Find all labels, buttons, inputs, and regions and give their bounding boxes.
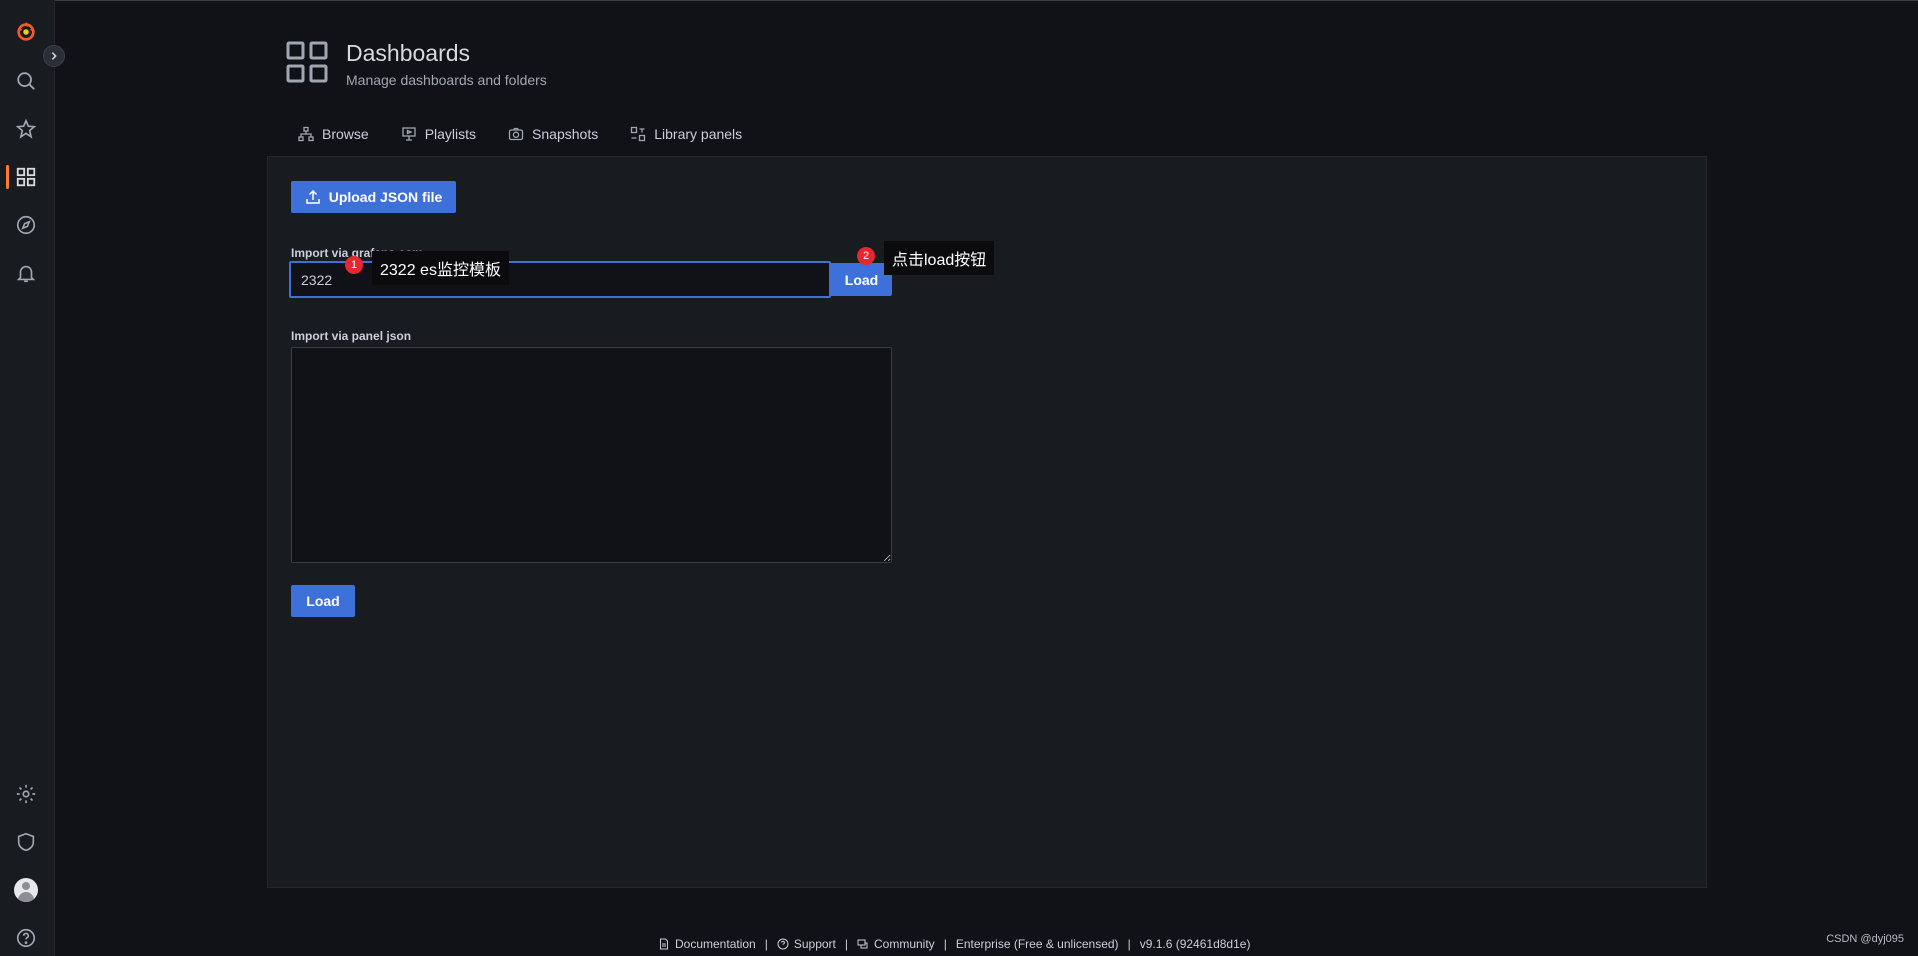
upload-json-button[interactable]: Upload JSON file <box>291 181 456 213</box>
footer-version: v9.1.6 (92461d8d1e) <box>1139 937 1251 951</box>
tab-label: Browse <box>322 126 369 142</box>
dashboards-header-icon <box>286 41 328 83</box>
footer: Documentation | Support | Community | En… <box>658 937 1250 951</box>
footer-community-label: Community <box>874 937 935 951</box>
footer-separator: | <box>943 937 947 951</box>
presentation-icon <box>402 127 416 141</box>
star-icon[interactable] <box>12 115 40 143</box>
watermark: CSDN @dyj095 <box>1826 933 1904 945</box>
tab-label: Library panels <box>654 126 743 142</box>
annotation-note: 2322 es监控模板 <box>372 251 509 285</box>
side-menu <box>0 0 55 956</box>
help-icon[interactable] <box>12 924 40 952</box>
shield-icon[interactable] <box>12 828 40 856</box>
tab-label: Snapshots <box>532 126 599 142</box>
tab-bar: Browse Playlists Snapshots Library panel… <box>298 126 774 142</box>
camera-icon <box>508 127 524 141</box>
footer-community-link[interactable]: Community <box>857 937 935 951</box>
footer-support-link[interactable]: Support <box>777 937 836 951</box>
expand-menu-button[interactable] <box>43 45 65 67</box>
upload-button-label: Upload JSON file <box>328 189 443 205</box>
document-icon <box>660 938 668 950</box>
gear-icon[interactable] <box>12 780 40 808</box>
annotation-badge: 2 <box>857 247 875 265</box>
active-indicator <box>6 165 9 189</box>
chevron-right-icon <box>51 52 57 60</box>
tab-library-panels[interactable]: Library panels <box>630 126 742 142</box>
page-title: Dashboards <box>346 40 471 66</box>
grafana-logo-icon[interactable] <box>12 18 40 46</box>
grafana-id-input[interactable] <box>289 261 831 298</box>
bell-icon[interactable] <box>12 259 40 287</box>
footer-separator: | <box>1127 937 1131 951</box>
load-grafana-button[interactable]: Load <box>831 263 892 296</box>
load-json-button[interactable]: Load <box>291 585 355 617</box>
sitemap-icon <box>298 126 314 142</box>
dashboards-icon[interactable] <box>12 163 40 191</box>
upload-icon <box>305 189 320 204</box>
search-icon[interactable] <box>12 67 40 95</box>
footer-separator: | <box>844 937 848 951</box>
tab-browse[interactable]: Browse <box>298 126 369 142</box>
panel-json-textarea[interactable] <box>291 347 892 563</box>
tab-playlists[interactable]: Playlists <box>401 126 476 142</box>
comments-icon <box>857 939 868 949</box>
tab-snapshots[interactable]: Snapshots <box>508 126 598 142</box>
question-circle-icon <box>777 938 789 950</box>
footer-documentation-label: Documentation <box>675 937 756 951</box>
tab-label: Playlists <box>424 126 477 142</box>
top-border <box>0 0 1918 1</box>
annotation-badge: 1 <box>345 256 363 274</box>
footer-edition-link[interactable]: Enterprise (Free & unlicensed) <box>956 937 1119 951</box>
footer-support-label: Support <box>793 937 836 951</box>
footer-edition-label: Enterprise (Free & unlicensed) <box>955 937 1119 951</box>
library-panels-icon <box>631 126 646 142</box>
explore-icon[interactable] <box>12 211 40 239</box>
avatar[interactable] <box>14 878 38 902</box>
page-subtitle: Manage dashboards and folders <box>346 72 547 88</box>
footer-separator: | <box>764 937 768 951</box>
annotation-note: 点击load按钮 <box>884 241 995 275</box>
panel-json-label: Import via panel json <box>291 329 412 343</box>
footer-documentation-link[interactable]: Documentation <box>658 937 756 951</box>
